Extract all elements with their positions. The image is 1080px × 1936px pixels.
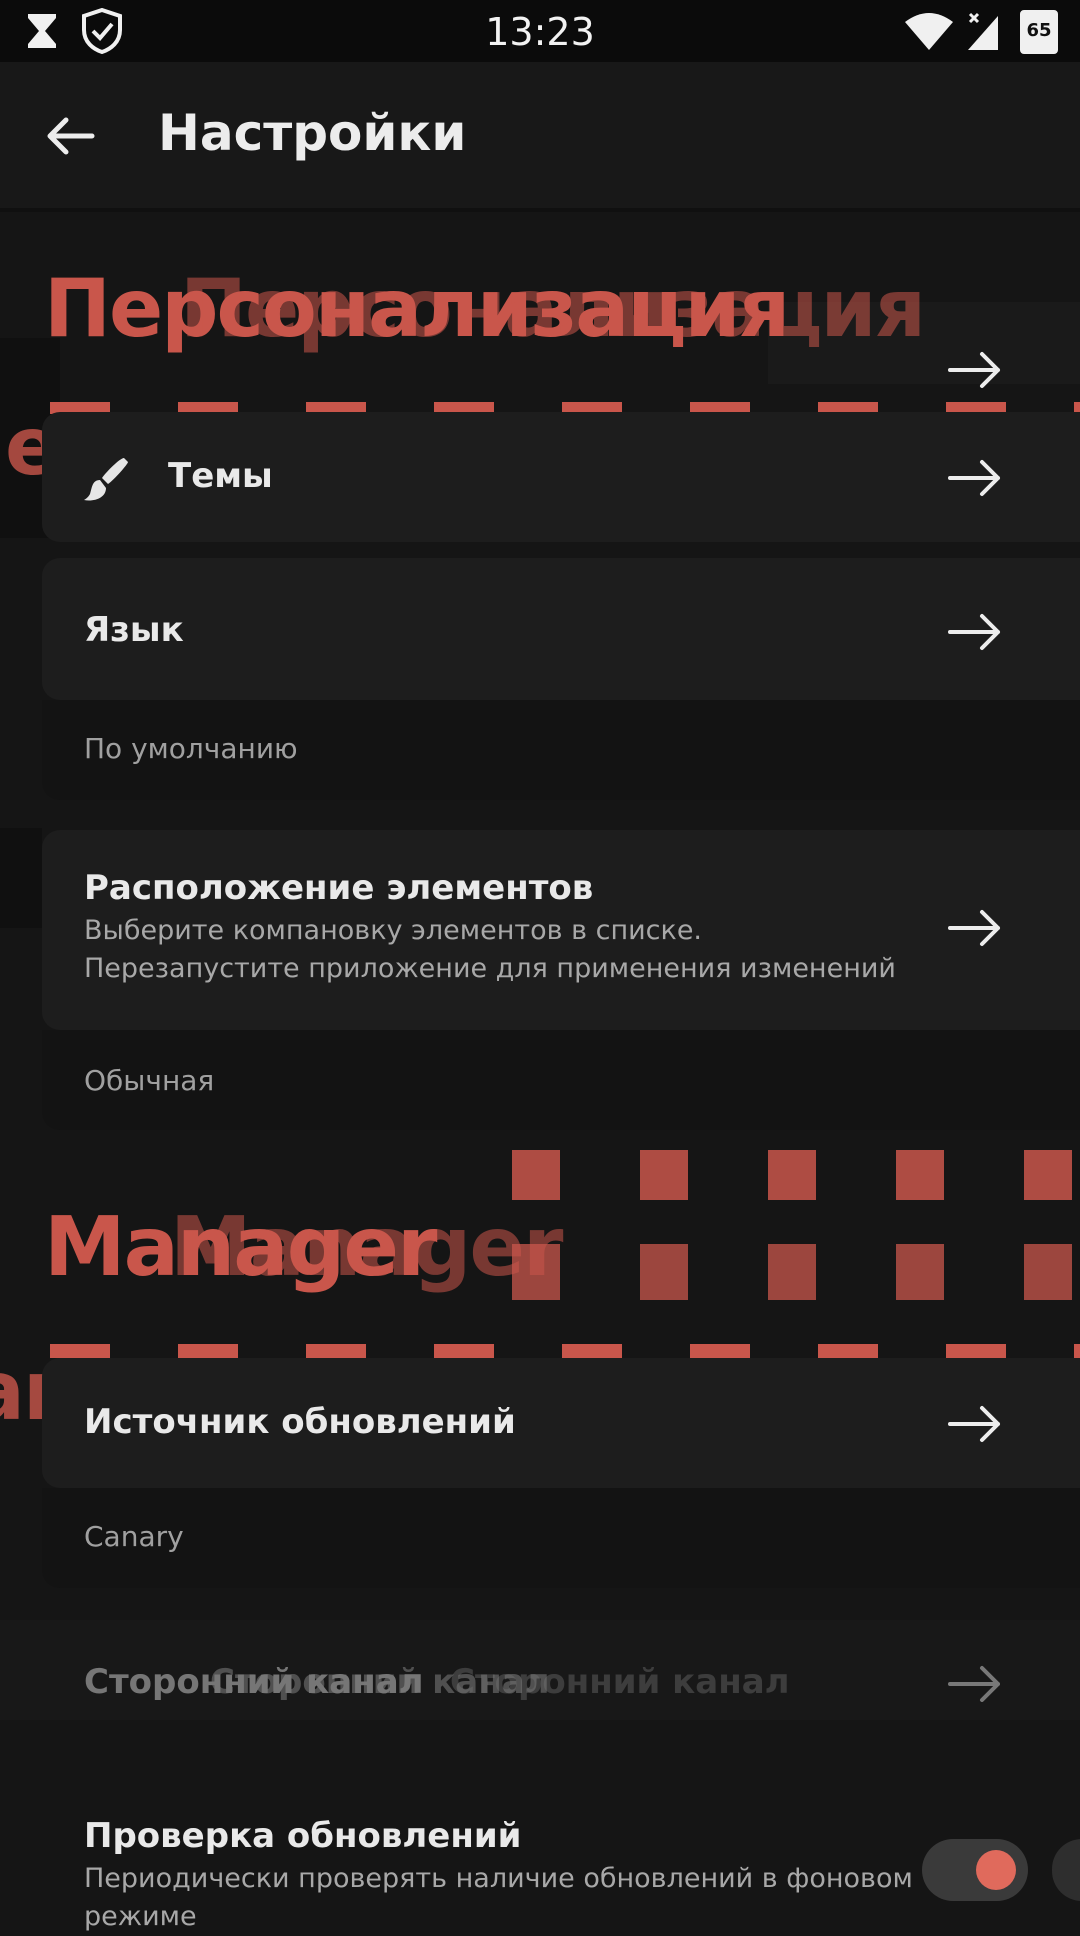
app-bar: Настройки bbox=[0, 62, 1080, 212]
arrow-right-icon bbox=[948, 1666, 1000, 1702]
settings-item-check-updates[interactable]: Проверка обновлений Периодически проверя… bbox=[0, 1770, 1080, 1932]
status-bar: 13:23 65 bbox=[0, 0, 1080, 62]
arrow-right-icon bbox=[948, 352, 1000, 388]
settings-item-update-source-value: Canary bbox=[84, 1520, 184, 1553]
settings-item-update-source[interactable]: Источник обновлений bbox=[42, 1358, 1080, 1488]
settings-item-layout-value: Обычная bbox=[84, 1064, 215, 1097]
settings-item-update-source-value-row: Canary bbox=[42, 1488, 1080, 1588]
arrow-right-icon bbox=[948, 910, 1000, 946]
settings-item-language-value-row: По умолчанию bbox=[42, 700, 1080, 800]
back-arrow-icon[interactable] bbox=[44, 110, 96, 162]
settings-item-themes-label: Темы bbox=[168, 456, 273, 496]
settings-item-third-party-channel[interactable]: Сторонний канал Сторонний канал Сторонни… bbox=[0, 1620, 1080, 1740]
settings-item-check-updates-label: Проверка обновлений bbox=[84, 1816, 522, 1856]
settings-item-check-updates-description: Периодически проверять наличие обновлени… bbox=[84, 1863, 913, 1932]
glitch-dash-row bbox=[50, 1344, 1080, 1358]
wifi-icon bbox=[905, 13, 953, 50]
arrow-right-icon bbox=[948, 614, 1000, 650]
settings-item-update-source-label: Источник обновлений bbox=[84, 1402, 516, 1442]
glitch-dash-row bbox=[512, 1150, 1080, 1200]
ghost-text: Сторонний канал bbox=[450, 1662, 790, 1702]
arrow-right-icon bbox=[948, 1406, 1000, 1442]
battery-level: 65 bbox=[1026, 20, 1052, 41]
settings-item-language[interactable]: Язык bbox=[42, 558, 1080, 700]
check-updates-toggle[interactable] bbox=[922, 1839, 1028, 1901]
toggle-knob bbox=[976, 1850, 1016, 1890]
ghost-block bbox=[0, 828, 42, 928]
glitch-dash-row bbox=[512, 1244, 1080, 1300]
battery-icon: 65 bbox=[1020, 10, 1058, 54]
arrow-right-icon bbox=[948, 460, 1000, 496]
section-header-ghost: Manager bbox=[170, 1200, 563, 1295]
brush-icon bbox=[84, 458, 128, 501]
page-title: Настройки bbox=[158, 104, 467, 162]
section-header-ghost: Персонализация bbox=[180, 262, 926, 355]
settings-item-layout-description: Выберите компановку элементов в списке. … bbox=[84, 915, 896, 984]
settings-item-language-value: По умолчанию bbox=[84, 732, 298, 765]
settings-item-language-label: Язык bbox=[84, 610, 184, 650]
settings-item-layout-label: Расположение элементов bbox=[84, 868, 594, 908]
settings-item-layout-value-row: Обычная bbox=[42, 1030, 1080, 1130]
signal-icon bbox=[968, 12, 998, 50]
settings-item-themes[interactable]: Темы bbox=[42, 412, 1080, 542]
settings-item-layout[interactable]: Расположение элементов Выберите компанов… bbox=[42, 830, 1080, 1030]
